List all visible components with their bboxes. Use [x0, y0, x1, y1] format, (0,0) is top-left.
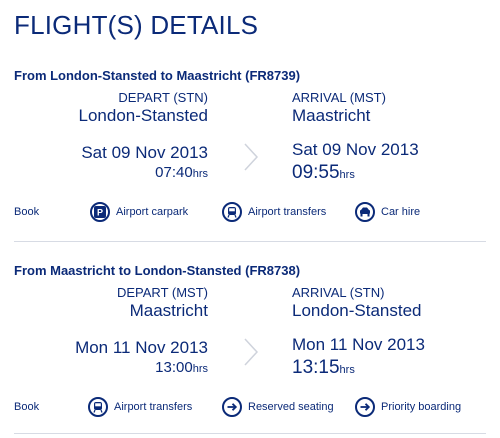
reserved-seating-link[interactable]: Reserved seating	[222, 393, 334, 421]
airport-transfers-link[interactable]: Airport transfers	[88, 393, 192, 421]
divider	[14, 433, 486, 434]
arrival-time-unit: hrs	[339, 364, 355, 376]
depart-time: 07:40hrs	[155, 164, 208, 181]
depart-time-unit: hrs	[192, 363, 208, 375]
depart-time-value: 13:00	[155, 359, 193, 376]
parking-icon: P	[90, 202, 110, 222]
arrival-time-value: 13:15	[292, 357, 340, 378]
arrival-city: London-Stansted	[292, 301, 422, 320]
arrival-time-value: 09:55	[292, 162, 340, 183]
arrival-code-label: ARRIVAL (STN)	[292, 285, 385, 300]
chevron-right-icon	[244, 143, 258, 171]
arrival-date: Mon 11 Nov 2013	[292, 335, 425, 354]
airport-transfers-link[interactable]: Airport transfers	[222, 198, 326, 226]
airport-transfers-label: Airport transfers	[114, 401, 193, 413]
book-label: Book	[14, 401, 40, 413]
arrival-time-unit: hrs	[339, 169, 355, 181]
divider	[14, 241, 486, 242]
arrival-time: 09:55hrs	[292, 162, 355, 184]
flight-return: From Maastricht to London-Stansted (FR87…	[0, 263, 500, 438]
priority-boarding-link[interactable]: Priority boarding	[355, 393, 461, 421]
priority-boarding-label: Priority boarding	[381, 401, 462, 413]
depart-time-unit: hrs	[192, 168, 208, 180]
arrival-code-label: ARRIVAL (MST)	[292, 90, 386, 105]
bus-icon	[222, 202, 242, 222]
airport-carpark-link[interactable]: P Airport carpark	[90, 198, 188, 226]
car-hire-label: Car hire	[381, 206, 421, 218]
bus-icon	[88, 397, 108, 417]
extras-row: Book Airport transfers Reserved seating …	[0, 393, 500, 421]
depart-time-value: 07:40	[155, 164, 193, 181]
arrow-right-icon	[355, 397, 375, 417]
depart-code-label: DEPART (MST)	[116, 285, 208, 300]
page-title: FLIGHT(S) DETAILS	[14, 10, 259, 40]
airport-carpark-label: Airport carpark	[116, 206, 189, 218]
svg-text:P: P	[97, 208, 103, 218]
book-label: Book	[14, 206, 40, 218]
depart-city: London-Stansted	[78, 106, 209, 125]
flight-outbound: From London-Stansted to Maastricht (FR87…	[0, 68, 500, 243]
car-icon	[355, 202, 375, 222]
reserved-seating-label: Reserved seating	[248, 401, 334, 413]
extras-row: Book P Airport carpark Airport transfers…	[0, 198, 500, 226]
flight-header: From Maastricht to London-Stansted (FR87…	[14, 263, 301, 278]
depart-date: Sat 09 Nov 2013	[81, 143, 208, 162]
arrival-city: Maastricht	[292, 106, 371, 125]
depart-time: 13:00hrs	[155, 359, 208, 376]
flight-header: From London-Stansted to Maastricht (FR87…	[14, 68, 301, 83]
arrival-date: Sat 09 Nov 2013	[292, 140, 419, 159]
airport-transfers-label: Airport transfers	[248, 206, 327, 218]
car-hire-link[interactable]: Car hire	[355, 198, 420, 226]
arrow-right-icon	[222, 397, 242, 417]
depart-city: Maastricht	[129, 301, 208, 320]
arrival-time: 13:15hrs	[292, 357, 355, 379]
depart-code-label: DEPART (STN)	[118, 90, 208, 105]
chevron-right-icon	[244, 338, 258, 366]
depart-date: Mon 11 Nov 2013	[75, 338, 208, 357]
